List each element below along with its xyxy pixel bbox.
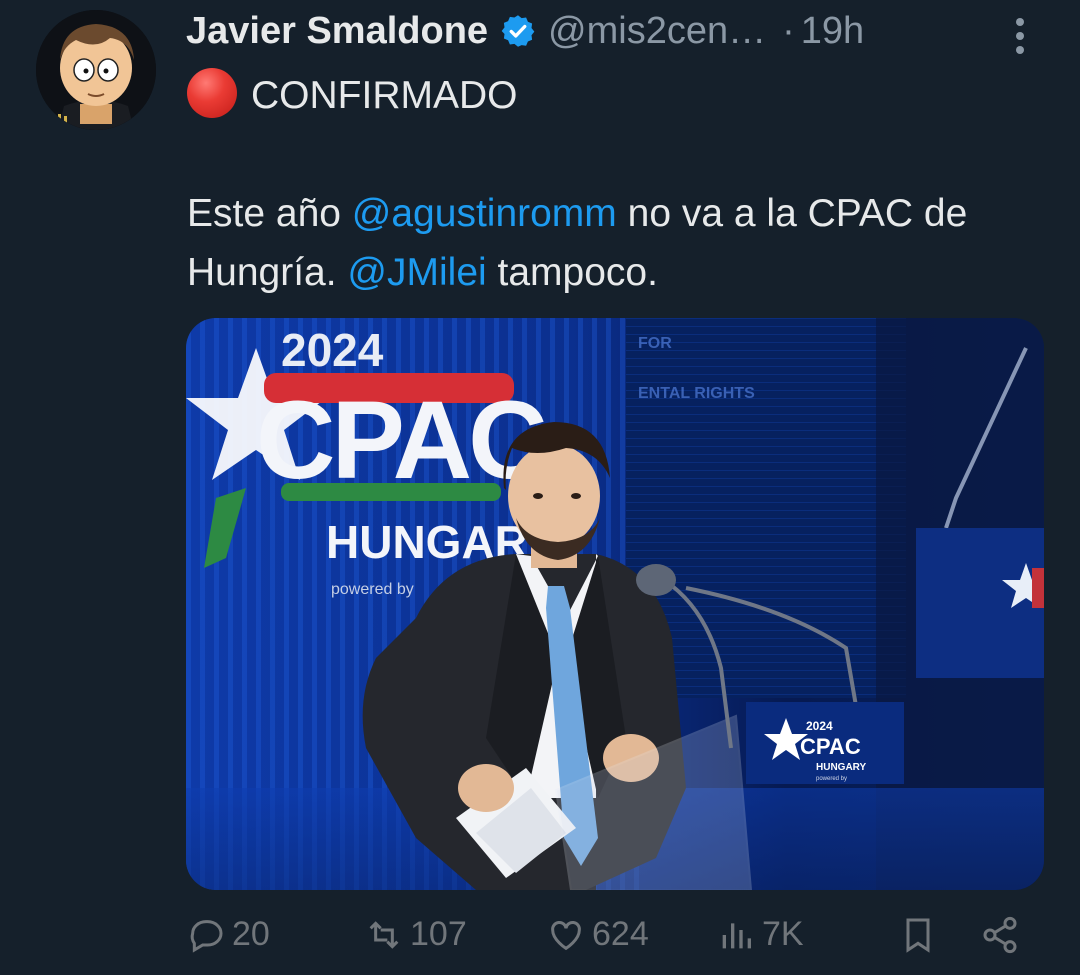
avatar-image	[36, 10, 156, 130]
verified-badge-icon	[500, 13, 536, 49]
tweet-text-line-1: CONFIRMADO	[187, 66, 1047, 125]
podium-country: HUNGARY	[816, 762, 867, 773]
image-year: 2024	[281, 324, 384, 376]
confirmed-label: CONFIRMADO	[251, 74, 518, 117]
text-segment: Este año	[187, 192, 352, 235]
mention-link[interactable]: @agustinromm	[352, 192, 617, 235]
screen-text-1: FOR	[638, 335, 672, 352]
share-button[interactable]	[980, 915, 1026, 975]
bookmark-button[interactable]	[898, 915, 944, 975]
share-icon	[983, 916, 1017, 954]
views-count: 7K	[762, 915, 804, 953]
author-avatar[interactable]	[36, 10, 156, 130]
cpac-photo: FOR ENTAL RIGHTS 2024 CPAC HUNGARY power…	[186, 318, 1044, 890]
author-name[interactable]: Javier Smaldone	[186, 10, 488, 53]
podium-logo: CPAC	[800, 734, 861, 759]
reply-count: 20	[232, 915, 270, 953]
like-button[interactable]: 624	[546, 915, 649, 975]
reply-icon	[190, 920, 223, 953]
views-button[interactable]: 7K	[716, 915, 804, 975]
like-count: 624	[592, 915, 649, 953]
retweet-button[interactable]: 107	[364, 915, 467, 975]
bookmark-icon	[906, 918, 930, 953]
like-icon	[551, 921, 581, 951]
retweet-count: 107	[410, 915, 467, 953]
red-circle-emoji-icon	[187, 68, 237, 118]
podium-powered: powered by	[816, 776, 847, 782]
tweet[interactable]: Javier Smaldone @mis2cen… · 19h CONFIRMA…	[0, 0, 1080, 954]
text-segment: tampoco.	[486, 251, 658, 294]
tweet-header: Javier Smaldone @mis2cen… · 19h	[186, 6, 1056, 56]
tweet-media-image[interactable]: FOR ENTAL RIGHTS 2024 CPAC HUNGARY power…	[186, 318, 1044, 890]
tweet-actions: 20 107 624 7K	[186, 915, 1046, 975]
tweet-text: CONFIRMADO Este año @agustinromm no va a…	[187, 66, 1047, 302]
separator-dot: ·	[782, 9, 795, 52]
tweet-timestamp[interactable]: 19h	[801, 10, 864, 53]
reply-button[interactable]: 20	[186, 915, 270, 975]
more-options-icon[interactable]	[1003, 14, 1037, 58]
mention-link[interactable]: @JMilei	[347, 251, 486, 294]
author-handle[interactable]: @mis2cen…	[548, 10, 766, 53]
tweet-text-body: Este año @agustinromm no va a la CPAC de…	[187, 184, 1047, 302]
image-powered: powered by	[331, 581, 414, 598]
screen-text-2: ENTAL RIGHTS	[638, 385, 755, 402]
podium-year: 2024	[806, 719, 833, 733]
views-icon	[722, 923, 751, 949]
retweet-icon	[369, 921, 399, 949]
